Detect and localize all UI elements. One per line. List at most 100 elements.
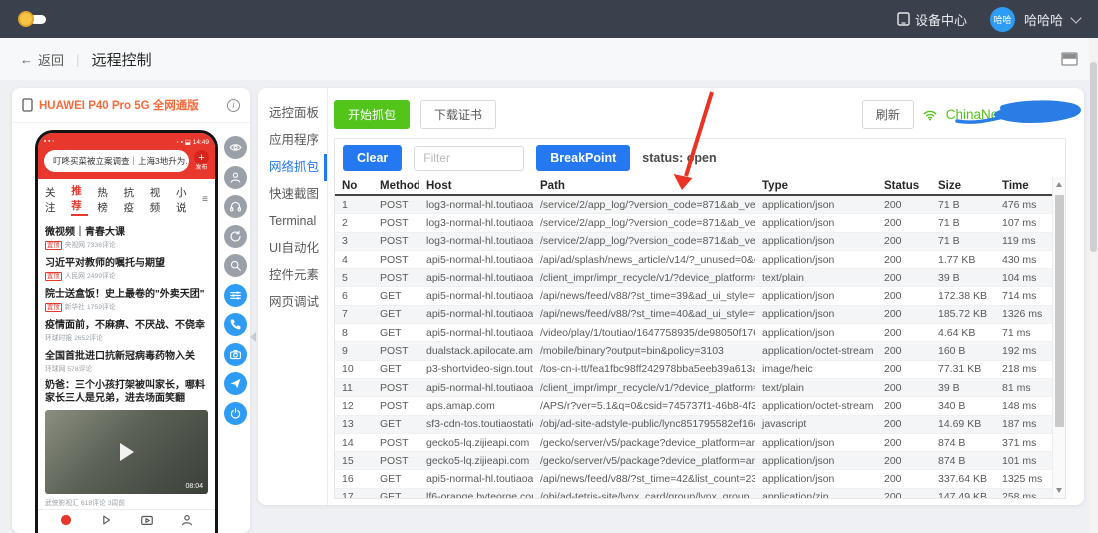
- back-button[interactable]: ← 返回: [20, 50, 64, 69]
- nav-home-icon[interactable]: [59, 513, 73, 530]
- page-header: ← 返回 | 远程控制: [0, 38, 1098, 80]
- table-row[interactable]: 11POSTapi5-normal-hl.toutiaoapi.com/clie…: [335, 379, 1052, 397]
- sidebar-item-UI自动化[interactable]: UI自动化: [258, 235, 327, 262]
- feed-tab-视频[interactable]: 视频: [150, 185, 167, 215]
- news-item[interactable]: 习近平对教师的嘱托与期望置顶人民网 2499评论: [45, 252, 208, 283]
- scroll-down-icon[interactable]: [1056, 488, 1062, 493]
- avatar[interactable]: 哈哈: [990, 7, 1015, 32]
- feed-tab-推荐[interactable]: 推荐: [71, 183, 88, 216]
- collapse-panel-handle[interactable]: [250, 332, 256, 342]
- table-row[interactable]: 14POSTgecko5-lq.zijieapi.com/gecko/serve…: [335, 434, 1052, 452]
- cell-host: api5-normal-hl.toutiaoapi.com: [419, 306, 533, 323]
- headset-icon[interactable]: [224, 195, 247, 218]
- tools-panel: 远控面板应用程序网络抓包快速截图TerminalUI自动化控件元素网页调试 开始…: [258, 88, 1084, 505]
- cell-status: 200: [877, 397, 931, 414]
- table-row[interactable]: 17GETlf6-orange.byteorge.com/obj/ad-tetr…: [335, 489, 1052, 498]
- eye-icon[interactable]: [224, 136, 247, 159]
- menu-icon[interactable]: ≡: [202, 194, 208, 205]
- sidebar-item-快速截图[interactable]: 快速截图: [258, 181, 327, 208]
- page-scrollbar[interactable]: [1089, 38, 1098, 533]
- table-row[interactable]: 16GETapi5-normal-hl.toutiaoapi.com/api/n…: [335, 470, 1052, 488]
- news-item[interactable]: 院士送盒饭！史上最卷的"外卖天团"置顶新华社 1759评论: [45, 283, 208, 314]
- cell-no: 12: [335, 397, 373, 414]
- wifi-icon: [922, 108, 938, 122]
- feed-tab-抗疫[interactable]: 抗疫: [124, 185, 141, 215]
- publish-button[interactable]: + 发布: [194, 150, 209, 172]
- sidebar-item-Terminal[interactable]: Terminal: [258, 208, 327, 235]
- page-scrollbar-thumb[interactable]: [1090, 62, 1097, 252]
- table-row[interactable]: 2POSTlog3-normal-hl.toutiaoapi.com/servi…: [335, 214, 1052, 232]
- feed-tab-小说[interactable]: 小说: [176, 185, 193, 215]
- phone-screen[interactable]: ▪ ▪ ◦ ◦ ▪ ⬓ 14:49 叮咚买菜被立案调查｜上海3地升为... + …: [35, 130, 218, 533]
- video-duration: 08:04: [185, 483, 203, 490]
- news-title: 全国首批进口抗新冠病毒药物入关: [45, 347, 208, 362]
- video-post-title[interactable]: 奶爸：三个小孩打架被叫家长，哪料家长三人是兄弟，进去场面笑翻: [45, 380, 208, 406]
- rotate-icon[interactable]: [224, 225, 247, 248]
- power-icon[interactable]: [224, 402, 247, 425]
- clear-button[interactable]: Clear: [343, 145, 402, 171]
- video-thumbnail[interactable]: 08:04: [45, 410, 208, 494]
- table-row[interactable]: 12POSTaps.amap.com/APS/r?ver=5.1&q=0&csi…: [335, 397, 1052, 415]
- device-center-link[interactable]: 设备中心: [897, 10, 967, 29]
- cell-time: 258 ms: [995, 489, 1047, 498]
- download-cert-button[interactable]: 下载证书: [420, 100, 496, 129]
- chevron-down-icon[interactable]: [1070, 12, 1081, 23]
- start-capture-button[interactable]: 开始抓包: [334, 100, 410, 129]
- cell-size: 337.64 KB: [931, 470, 995, 487]
- feed-search-bar[interactable]: 叮咚买菜被立案调查｜上海3地升为...: [44, 150, 189, 172]
- table-row[interactable]: 4POSTapi5-normal-hl.toutiaoapi.com/api/a…: [335, 251, 1052, 269]
- send-icon[interactable]: [224, 372, 247, 395]
- cell-status: 200: [877, 342, 931, 359]
- table-row[interactable]: 3POSTlog3-normal-hl.toutiaoapi.com/servi…: [335, 233, 1052, 251]
- news-item[interactable]: 微视频｜青春大课置顶央视网 7336评论: [45, 221, 208, 252]
- sliders-icon[interactable]: [224, 284, 247, 307]
- user-icon[interactable]: [224, 166, 247, 189]
- breakpoint-button[interactable]: BreakPoint: [536, 145, 630, 171]
- cell-method: POST: [373, 214, 419, 231]
- table-row[interactable]: 5POSTapi5-normal-hl.toutiaoapi.com/clien…: [335, 269, 1052, 287]
- table-row[interactable]: 6GETapi5-normal-hl.toutiaoapi.com/api/ne…: [335, 287, 1052, 305]
- username: 哈哈哈: [1024, 10, 1063, 29]
- nav-play-icon[interactable]: [99, 513, 113, 530]
- cell-time: 81 ms: [995, 379, 1047, 396]
- table-scrollbar[interactable]: [1052, 177, 1065, 498]
- news-item[interactable]: 全国首批进口抗新冠病毒药物入关环球网 578评论: [45, 345, 208, 376]
- cell-status: 200: [877, 470, 931, 487]
- table-row[interactable]: 7GETapi5-normal-hl.toutiaoapi.com/api/ne…: [335, 306, 1052, 324]
- news-item[interactable]: 疫情面前，不麻痹、不厌战、不侥幸环球时报 2652评论: [45, 314, 208, 345]
- table-row[interactable]: 15POSTgecko5-lq.zijieapi.com/gecko/serve…: [335, 452, 1052, 470]
- cell-type: javascript: [755, 416, 877, 433]
- phone-icon[interactable]: [224, 313, 247, 336]
- cell-status: 200: [877, 452, 931, 469]
- cell-no: 7: [335, 306, 373, 323]
- sidebar-item-远控面板[interactable]: 远控面板: [258, 100, 327, 127]
- table-row[interactable]: 8GETapi5-normal-hl.toutiaoapi.com/video/…: [335, 324, 1052, 342]
- table-row[interactable]: 1POSTlog3-normal-hl.toutiaoapi.com/servi…: [335, 196, 1052, 214]
- scroll-up-icon[interactable]: [1056, 182, 1062, 187]
- cell-host: api5-normal-hl.toutiaoapi.com: [419, 251, 533, 268]
- cell-path: /client_impr/impr_recycle/v1/?device_pla…: [533, 269, 755, 286]
- filter-input[interactable]: [414, 146, 524, 171]
- cell-method: GET: [373, 470, 419, 487]
- nav-video-icon[interactable]: [140, 513, 154, 530]
- cell-status: 200: [877, 361, 931, 378]
- feed-tab-热榜[interactable]: 热榜: [97, 185, 114, 215]
- capture-status-text: status: open: [642, 151, 716, 165]
- table-row[interactable]: 13GETsf3-cdn-tos.toutiaostatic.com/obj/a…: [335, 416, 1052, 434]
- refresh-button[interactable]: 刷新: [862, 100, 914, 129]
- scrollbar-thumb[interactable]: [1055, 195, 1064, 427]
- display-toggle-icon[interactable]: [1061, 52, 1078, 66]
- sidebar-item-应用程序[interactable]: 应用程序: [258, 127, 327, 154]
- cell-path: /api/news/feed/v88/?st_time=39&ad_ui_sty…: [533, 287, 755, 304]
- search-icon[interactable]: [224, 254, 247, 277]
- info-icon[interactable]: i: [227, 99, 240, 112]
- table-row[interactable]: 9POSTdualstack.apilocate.amap.com/mobile…: [335, 342, 1052, 360]
- camera-icon[interactable]: [224, 343, 247, 366]
- cell-size: 340 B: [931, 397, 995, 414]
- feed-tab-关注[interactable]: 关注: [45, 185, 62, 215]
- nav-profile-icon[interactable]: [180, 513, 194, 530]
- table-row[interactable]: 10GETp3-shortvideo-sign.toutiaoimg.c/tos…: [335, 361, 1052, 379]
- sidebar-item-控件元素[interactable]: 控件元素: [258, 262, 327, 289]
- sidebar-item-网页调试[interactable]: 网页调试: [258, 289, 327, 316]
- sidebar-item-网络抓包[interactable]: 网络抓包: [258, 154, 327, 181]
